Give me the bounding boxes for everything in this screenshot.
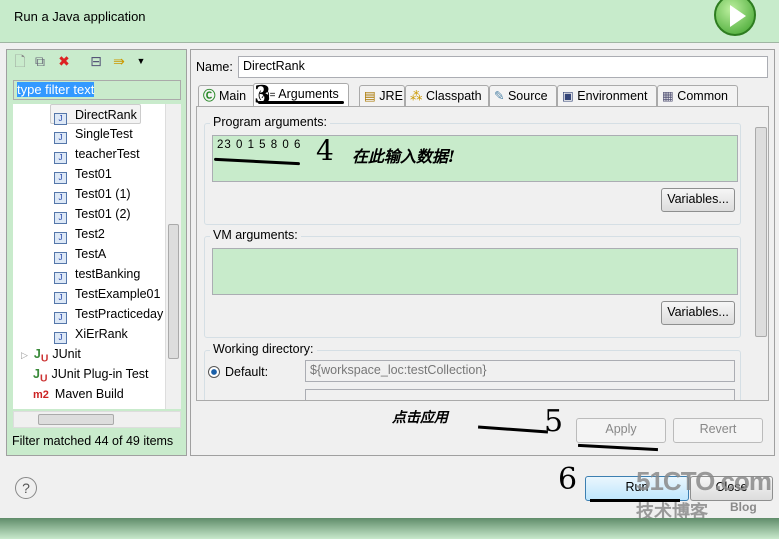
tree-item[interactable]: J TestPracticeday (54, 304, 163, 324)
delete-icon[interactable]: ✖ (56, 53, 72, 69)
tree-item[interactable]: JU JUnit Plug-in Test (33, 364, 149, 385)
program-variables-button[interactable]: Variables... (661, 188, 735, 212)
junit-plugin-icon: JU (33, 367, 48, 385)
tree-item[interactable]: J DirectRank (50, 104, 141, 125)
tab-jre[interactable]: ▤ JRE (359, 85, 405, 107)
java-app-icon: J (54, 192, 67, 204)
tab-source[interactable]: ✎ Source (489, 85, 557, 107)
scroll-thumb[interactable] (38, 414, 114, 425)
java-app-icon: J (54, 292, 67, 304)
vm-variables-button[interactable]: Variables... (661, 301, 735, 325)
default-directory-input: ${workspace_loc:testCollection} (305, 360, 735, 382)
name-input[interactable]: DirectRank (238, 56, 768, 78)
dropdown-icon[interactable]: ▼ (133, 53, 149, 69)
watermark-blog: Blog (730, 500, 757, 514)
tree-item[interactable]: J Test01 (2) (54, 204, 131, 224)
tab-common[interactable]: ▦ Common (657, 85, 738, 107)
jre-tab-icon: ▤ (364, 89, 376, 103)
environment-tab-icon: ▣ (562, 89, 574, 103)
duplicate-icon[interactable]: ⧉ (32, 53, 48, 69)
tree-item[interactable]: J Test01 (54, 164, 112, 184)
dialog-header: Run a Java application (0, 0, 779, 43)
run-play-icon (714, 0, 756, 36)
tree-item[interactable]: m2 Maven Build (33, 384, 124, 404)
filter-icon[interactable]: ⇛ (111, 53, 127, 69)
tab-classpath[interactable]: ⁂ Classpath (405, 85, 489, 107)
window-bottom-edge (0, 518, 779, 539)
tree-horizontal-scrollbar[interactable] (13, 411, 181, 428)
config-editor-panel: Name: DirectRank Ⓒ Main (x)= Arguments ▤… (190, 49, 775, 456)
java-app-icon: J (54, 272, 67, 284)
annotation-step-5: 5 (544, 404, 564, 439)
filter-input[interactable]: type filter text (13, 80, 181, 100)
vm-arguments-group: VM arguments: Variables... (204, 228, 741, 338)
tree-item[interactable]: JtestBanking (54, 264, 140, 284)
annotation-note-input: 在此输入数据! (352, 147, 456, 166)
java-app-icon: J (54, 132, 67, 144)
expand-icon[interactable]: ▷ (21, 350, 28, 360)
annotation-step-3: 3 (254, 80, 271, 109)
java-app-icon: J (54, 252, 67, 264)
watermark-logo: 51CTO.com (636, 466, 772, 496)
annotation-step-4: 4 (316, 134, 334, 167)
tree-item[interactable]: J XiErRank (54, 324, 128, 344)
program-arguments-textarea[interactable]: 23 0 1 5 8 0 6 (212, 135, 738, 182)
tree-item[interactable]: ▷ JU JUnit (21, 344, 81, 365)
working-directory-group: Working directory: Default: ${workspace_… (204, 342, 741, 400)
name-label: Name: (196, 60, 233, 74)
tree-item[interactable]: J SingleTest (54, 124, 133, 144)
main-tab-icon: Ⓒ (203, 89, 216, 103)
vm-arguments-label: VM arguments: (210, 228, 301, 242)
scroll-thumb[interactable] (755, 127, 767, 337)
tree-vertical-scrollbar[interactable] (165, 104, 181, 409)
dialog-title: Run a Java application (14, 9, 146, 24)
java-app-icon: J (54, 212, 67, 224)
program-arguments-group: Program arguments: 23 0 1 5 8 0 6 Variab… (204, 115, 741, 225)
vm-arguments-textarea[interactable] (212, 248, 738, 295)
tree-item[interactable]: J Test2 (54, 224, 105, 244)
source-tab-icon: ✎ (494, 89, 505, 103)
default-radio[interactable] (208, 366, 220, 378)
scroll-thumb[interactable] (168, 224, 179, 359)
annotation-underline (258, 101, 344, 104)
arguments-tab-content: Program arguments: 23 0 1 5 8 0 6 Variab… (196, 106, 769, 401)
tree-item[interactable]: J TestExample01 (54, 284, 160, 304)
program-arguments-label: Program arguments: (210, 115, 330, 129)
default-label: Default: (225, 365, 269, 379)
java-app-icon: J (54, 152, 67, 164)
java-app-icon: J (54, 332, 67, 344)
content-scrollbar[interactable] (753, 107, 768, 400)
new-config-icon[interactable]: 🗋 (12, 53, 28, 69)
other-directory-input (305, 389, 735, 400)
collapse-all-icon[interactable]: ⊟ (88, 53, 104, 69)
tab-environment[interactable]: ▣ Environment (557, 85, 657, 107)
junit-icon: JU (33, 347, 49, 365)
tree-item[interactable]: JteacherTest (54, 144, 140, 164)
apply-button[interactable]: Apply (576, 418, 666, 443)
tree-item[interactable]: J Test01 (1) (54, 184, 131, 204)
annotation-step-6: 6 (558, 462, 578, 497)
classpath-tab-icon: ⁂ (410, 89, 423, 103)
java-app-icon: J (54, 312, 67, 324)
help-icon[interactable]: ? (15, 477, 37, 499)
revert-button[interactable]: Revert (673, 418, 763, 443)
working-directory-label: Working directory: (210, 342, 317, 356)
java-app-icon: J (54, 232, 67, 244)
java-app-icon: J (54, 172, 67, 184)
annotation-note-apply: 点击应用 (392, 410, 448, 426)
config-tree: J DirectRank J SingleTest JteacherTest J Te… (13, 104, 181, 409)
tab-main[interactable]: Ⓒ Main (198, 85, 255, 107)
config-list-panel: 🗋 ⧉ ✖ ⊟ ⇛ ▼ type filter text J DirectRank… (6, 49, 187, 456)
tree-item[interactable]: J TestA (54, 244, 106, 264)
filter-status: Filter matched 44 of 49 items (12, 434, 174, 448)
common-tab-icon: ▦ (662, 89, 674, 103)
maven-icon: m2 (33, 389, 49, 401)
